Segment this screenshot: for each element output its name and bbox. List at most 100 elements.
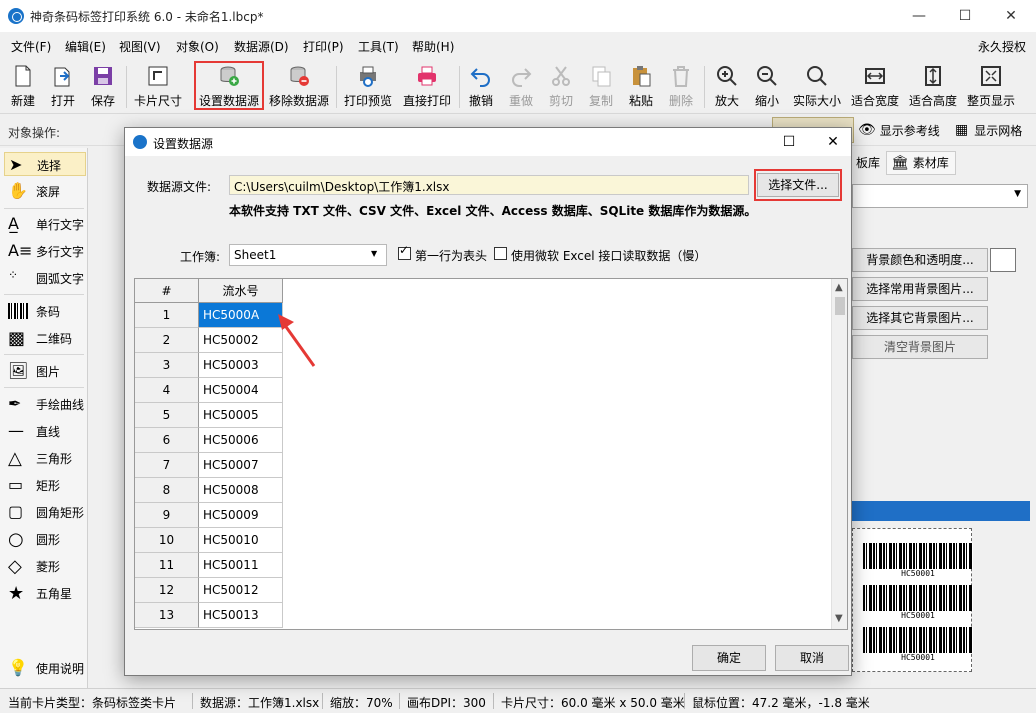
serial-cell[interactable]: HC50009 (199, 503, 283, 528)
menu-help[interactable]: 帮助(H) (412, 38, 454, 55)
zoom-in-button[interactable]: 放大 (710, 62, 744, 112)
clear-bg-image-button[interactable]: 清空背景图片 (852, 335, 988, 359)
tool-barcode[interactable]: 条码 (4, 299, 86, 323)
redo-button[interactable]: 重做 (504, 62, 538, 112)
dialog-close-button[interactable]: ✕ (813, 128, 853, 156)
tool-diamond[interactable]: ◇ 菱形 (4, 554, 86, 578)
tool-pan[interactable]: ✋ 滚屏 (4, 179, 86, 203)
scrollbar-thumb[interactable] (835, 297, 845, 315)
common-bg-image-button[interactable]: 选择常用背景图片... (852, 277, 988, 301)
serial-cell[interactable]: HC50004 (199, 378, 283, 403)
table-row[interactable]: 2 HC50002 (135, 328, 283, 353)
tool-freehand[interactable]: ✒ 手绘曲线 (4, 392, 86, 416)
tool-image[interactable]: 🖼 图片 (4, 359, 86, 383)
menu-tools[interactable]: 工具(T) (358, 38, 399, 55)
open-button[interactable]: 打开 (46, 62, 80, 112)
tab-material-library[interactable]: 🏛 素材库 (886, 151, 956, 175)
serial-cell[interactable]: HC50013 (199, 603, 283, 628)
workbook-select[interactable]: Sheet1 (229, 244, 387, 266)
direct-print-button[interactable]: 直接打印 (400, 62, 454, 112)
dialog-app-icon (133, 135, 147, 149)
serial-cell[interactable]: HC50006 (199, 428, 283, 453)
close-button[interactable]: ✕ (988, 0, 1034, 32)
right-panel-combobox[interactable]: ▼ (852, 184, 1028, 208)
show-reference-line-button[interactable]: 👁 显示参考线 (858, 119, 940, 141)
grid-vertical-scrollbar[interactable] (831, 279, 847, 629)
show-grid-button[interactable]: ▦ 显示网格 (955, 119, 1022, 141)
barcode-preview: HC50001 (863, 585, 973, 620)
serial-cell[interactable]: HC50010 (199, 528, 283, 553)
tool-select[interactable]: ➤ 选择 (4, 152, 86, 176)
table-row[interactable]: 1 HC5000A (135, 303, 283, 328)
table-row[interactable]: 11 HC50011 (135, 553, 283, 578)
remove-datasource-button[interactable]: 移除数据源 (266, 62, 332, 112)
undo-button[interactable]: 撤销 (464, 62, 498, 112)
serial-cell[interactable]: HC50005 (199, 403, 283, 428)
table-row[interactable]: 3 HC50003 (135, 353, 283, 378)
minimize-button[interactable]: — (896, 0, 942, 32)
tool-qrcode[interactable]: ▩ 二维码 (4, 326, 86, 350)
maximize-button[interactable]: ☐ (942, 0, 988, 32)
tool-multi-line-text[interactable]: A≡ 多行文字 (4, 239, 86, 263)
dialog-maximize-button[interactable]: ☐ (769, 128, 809, 156)
bg-color-swatch[interactable] (990, 248, 1016, 272)
menu-object[interactable]: 对象(O) (176, 38, 219, 55)
tool-rounded-rectangle[interactable]: ▢ 圆角矩形 (4, 500, 86, 524)
scissors-icon (552, 66, 570, 86)
datasource-file-path-input[interactable]: C:\Users\cuilm\Desktop\工作簿1.xlsx (229, 175, 749, 195)
table-row[interactable]: 8 HC50008 (135, 478, 283, 503)
serial-cell[interactable]: HC50008 (199, 478, 283, 503)
fit-width-button[interactable]: 适合宽度 (848, 62, 902, 112)
table-row[interactable]: 12 HC50012 (135, 578, 283, 603)
menu-print[interactable]: 打印(P) (303, 38, 344, 55)
tab-library[interactable]: 板库 (856, 151, 886, 175)
save-button[interactable]: 保存 (86, 62, 120, 112)
tool-line[interactable]: — 直线 (4, 419, 86, 443)
bg-color-button[interactable]: 背景颜色和透明度... (852, 248, 988, 272)
table-row[interactable]: 13 HC50013 (135, 603, 283, 628)
ms-excel-interface-checkbox[interactable] (494, 247, 507, 260)
copy-button[interactable]: 复制 (584, 62, 618, 112)
tool-single-line-text[interactable]: A̲ 单行文字 (4, 212, 86, 236)
table-row[interactable]: 6 HC50006 (135, 428, 283, 453)
zoom-out-button[interactable]: 缩小 (750, 62, 784, 112)
print-preview-button[interactable]: 打印预览 (341, 62, 395, 112)
new-button[interactable]: 新建 (6, 62, 40, 112)
tool-arc-text[interactable]: ⁘ 圆弧文字 (4, 266, 86, 290)
fit-height-button[interactable]: 适合高度 (906, 62, 960, 112)
serial-cell[interactable]: HC50007 (199, 453, 283, 478)
scroll-down-icon[interactable]: ▼ (835, 613, 843, 624)
tool-star[interactable]: ★ 五角星 (4, 581, 86, 605)
status-separator (493, 693, 494, 709)
paste-button[interactable]: 粘贴 (624, 62, 658, 112)
actual-size-button[interactable]: 实际大小 (790, 62, 844, 112)
table-row[interactable]: 4 HC50004 (135, 378, 283, 403)
data-preview-grid[interactable]: # 流水号 1 HC5000A 2 HC50002 3 HC50003 4 HC5000… (134, 278, 848, 630)
full-page-button[interactable]: 整页显示 (964, 62, 1018, 112)
delete-button[interactable]: 删除 (664, 62, 698, 112)
cancel-button[interactable]: 取消 (775, 645, 849, 671)
table-row[interactable]: 7 HC50007 (135, 453, 283, 478)
card-size-button[interactable]: 卡片尺寸 (132, 62, 184, 112)
menu-edit[interactable]: 编辑(E) (65, 38, 106, 55)
table-row[interactable]: 5 HC50005 (135, 403, 283, 428)
cut-button[interactable]: 剪切 (544, 62, 578, 112)
highlight-set-datasource (194, 61, 264, 110)
status-mouse-position: 鼠标位置：47.2 毫米，-1.8 毫米 (692, 696, 870, 710)
tool-rectangle[interactable]: ▭ 矩形 (4, 473, 86, 497)
tool-circle[interactable]: ○ 圆形 (4, 527, 86, 551)
serial-cell[interactable]: HC50012 (199, 578, 283, 603)
tool-triangle[interactable]: △ 三角形 (4, 446, 86, 470)
menu-view[interactable]: 视图(V) (119, 38, 161, 55)
serial-cell[interactable]: HC50011 (199, 553, 283, 578)
table-row[interactable]: 10 HC50010 (135, 528, 283, 553)
menu-datasource[interactable]: 数据源(D) (234, 38, 289, 55)
menu-file[interactable]: 文件(F) (11, 38, 51, 55)
tool-help[interactable]: 💡 使用说明 (4, 656, 86, 680)
barcode-preview: HC50001 (863, 627, 973, 662)
label-canvas-preview[interactable]: HC50001 HC50001 HC50001 (852, 528, 973, 672)
scroll-up-icon[interactable]: ▲ (835, 282, 843, 293)
table-row[interactable]: 9 HC50009 (135, 503, 283, 528)
ok-button[interactable]: 确定 (692, 645, 766, 671)
other-bg-image-button[interactable]: 选择其它背景图片... (852, 306, 988, 330)
